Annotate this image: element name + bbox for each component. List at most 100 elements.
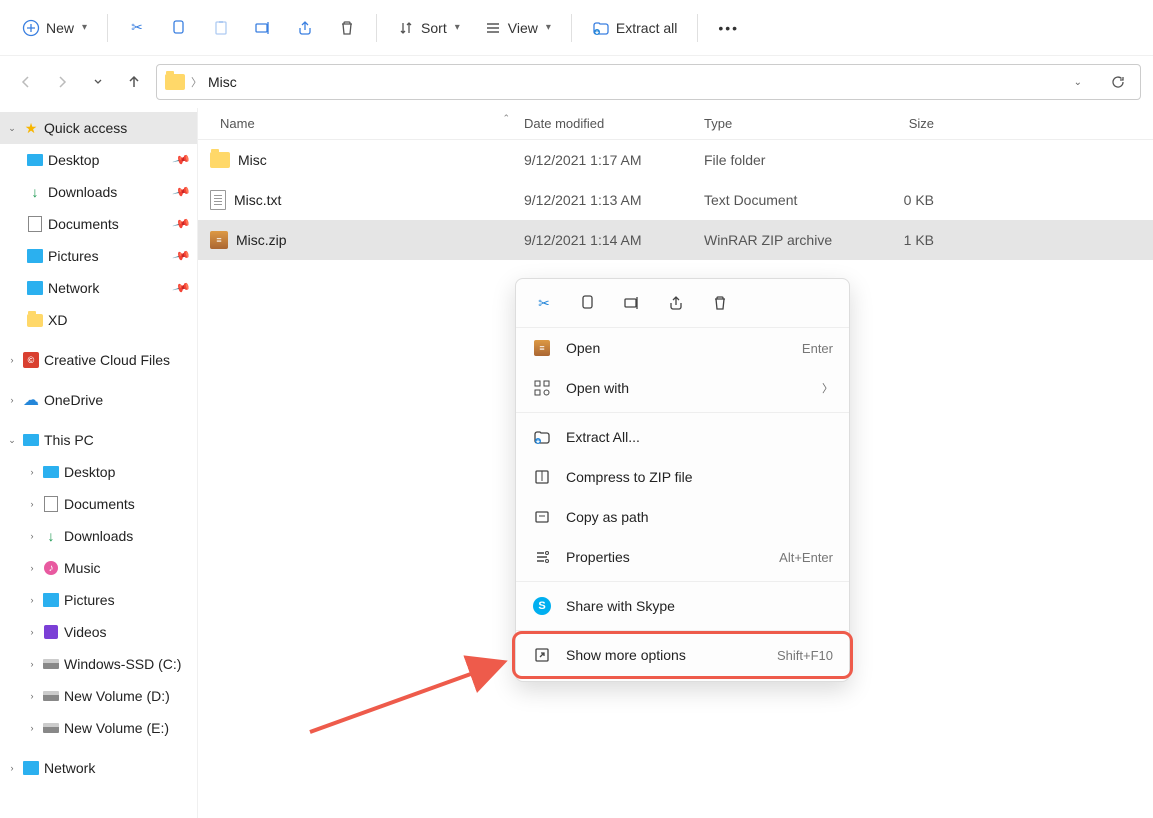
back-button[interactable] — [12, 68, 40, 96]
sidebar-onedrive[interactable]: ›☁OneDrive — [0, 384, 197, 416]
col-size[interactable]: Size — [854, 116, 954, 131]
new-button[interactable]: New ▾ — [12, 13, 97, 43]
sidebar-item-downloads[interactable]: ↓Downloads📌 — [0, 176, 197, 208]
toolbar: New ▾ ✂ Sort ▾ View ▾ Extract all ••• — [0, 0, 1153, 56]
chevron-down-icon[interactable]: ⌄ — [1074, 77, 1082, 88]
label: This PC — [44, 432, 94, 448]
share-icon[interactable] — [666, 293, 686, 313]
extract-all-button[interactable]: Extract all — [582, 13, 687, 43]
sidebar-network[interactable]: ›Network — [0, 752, 197, 784]
label: New Volume (D:) — [64, 688, 170, 704]
new-label: New — [46, 20, 74, 36]
paste-button[interactable] — [202, 13, 240, 43]
chevron-right-icon: › — [6, 394, 18, 406]
sidebar-creative-cloud[interactable]: ›©Creative Cloud Files — [0, 344, 197, 376]
ctx-extract-all[interactable]: Extract All... — [516, 417, 849, 457]
ctx-properties[interactable]: Properties Alt+Enter — [516, 537, 849, 577]
rename-icon[interactable] — [622, 293, 642, 313]
sidebar-quick-access[interactable]: ⌄★Quick access — [0, 112, 197, 144]
sidebar-pc-downloads[interactable]: ›↓Downloads — [0, 520, 197, 552]
table-row[interactable]: ≡Misc.zip 9/12/2021 1:14 AM WinRAR ZIP a… — [198, 220, 1153, 260]
sidebar-pc-d[interactable]: ›New Volume (D:) — [0, 680, 197, 712]
sidebar-pc-videos[interactable]: ›Videos — [0, 616, 197, 648]
sidebar-item-documents[interactable]: Documents📌 — [0, 208, 197, 240]
chevron-right-icon: › — [26, 498, 38, 510]
ctx-show-more-options[interactable]: Show more options Shift+F10 — [516, 635, 849, 675]
cut-button[interactable]: ✂ — [118, 13, 156, 43]
sidebar-item-xd[interactable]: XD — [0, 304, 197, 336]
chevron-right-icon: › — [6, 354, 18, 366]
sidebar-item-desktop[interactable]: Desktop📌 — [0, 144, 197, 176]
sidebar-pc-music[interactable]: ›♪Music — [0, 552, 197, 584]
share-button[interactable] — [286, 13, 324, 43]
chevron-down-icon: ▾ — [455, 22, 460, 33]
zip-icon — [532, 467, 552, 487]
picture-icon — [42, 591, 60, 609]
extract-label: Extract all — [616, 20, 677, 36]
separator — [697, 14, 698, 42]
nav-row: 〉 Misc ⌄ — [0, 56, 1153, 108]
sidebar-this-pc[interactable]: ⌄This PC — [0, 424, 197, 456]
column-headers: Name⌃ Date modified Type Size — [198, 108, 1153, 140]
view-button[interactable]: View ▾ — [474, 13, 561, 43]
col-type[interactable]: Type — [704, 116, 854, 131]
creative-cloud-icon: © — [22, 351, 40, 369]
label: Open with — [566, 380, 629, 396]
label: Windows-SSD (C:) — [64, 656, 181, 672]
chevron-right-icon: › — [26, 466, 38, 478]
col-date[interactable]: Date modified — [524, 116, 704, 131]
sidebar: ⌄★Quick access Desktop📌 ↓Downloads📌 Docu… — [0, 108, 198, 818]
recent-button[interactable] — [84, 68, 112, 96]
more-button[interactable]: ••• — [708, 14, 749, 42]
view-label: View — [508, 20, 538, 36]
zip-file-icon: ≡ — [210, 231, 228, 249]
trash-icon — [338, 19, 356, 37]
refresh-button[interactable] — [1104, 68, 1132, 96]
pin-icon: 📌 — [172, 150, 192, 170]
folder-icon — [26, 311, 44, 329]
folder-icon — [210, 152, 230, 168]
copy-button[interactable] — [160, 13, 198, 43]
separator — [516, 412, 849, 413]
network-icon — [26, 279, 44, 297]
address-bar[interactable]: 〉 Misc ⌄ — [156, 64, 1141, 100]
ctx-open-with[interactable]: Open with 〉 — [516, 368, 849, 408]
separator — [571, 14, 572, 42]
trash-icon[interactable] — [710, 293, 730, 313]
sidebar-pc-e[interactable]: ›New Volume (E:) — [0, 712, 197, 744]
document-icon — [42, 495, 60, 513]
sidebar-pc-ssd[interactable]: ›Windows-SSD (C:) — [0, 648, 197, 680]
col-name[interactable]: Name⌃ — [198, 116, 524, 131]
download-icon: ↓ — [26, 183, 44, 201]
scissors-icon: ✂ — [128, 19, 146, 37]
ctx-copy-path[interactable]: Copy as path — [516, 497, 849, 537]
label: Show more options — [566, 647, 686, 663]
table-row[interactable]: Misc 9/12/2021 1:17 AM File folder — [198, 140, 1153, 180]
up-button[interactable] — [120, 68, 148, 96]
table-row[interactable]: Misc.txt 9/12/2021 1:13 AM Text Document… — [198, 180, 1153, 220]
sort-button[interactable]: Sort ▾ — [387, 13, 470, 43]
copy-icon[interactable] — [578, 293, 598, 313]
sidebar-item-network-q[interactable]: Network📌 — [0, 272, 197, 304]
sort-asc-icon: ⌃ — [502, 113, 510, 124]
sidebar-pc-desktop[interactable]: ›Desktop — [0, 456, 197, 488]
sidebar-pc-pictures[interactable]: ›Pictures — [0, 584, 197, 616]
chevron-right-icon: › — [6, 762, 18, 774]
label: Pictures — [64, 592, 115, 608]
ctx-share-skype[interactable]: S Share with Skype — [516, 586, 849, 626]
sidebar-pc-documents[interactable]: ›Documents — [0, 488, 197, 520]
ctx-compress[interactable]: Compress to ZIP file — [516, 457, 849, 497]
chevron-right-icon: › — [26, 562, 38, 574]
forward-button[interactable] — [48, 68, 76, 96]
rename-button[interactable] — [244, 13, 282, 43]
folder-icon — [165, 74, 185, 90]
separator — [107, 14, 108, 42]
view-icon — [484, 19, 502, 37]
delete-button[interactable] — [328, 13, 366, 43]
label: Properties — [566, 549, 630, 565]
scissors-icon[interactable]: ✂ — [534, 293, 554, 313]
sidebar-item-pictures[interactable]: Pictures📌 — [0, 240, 197, 272]
ctx-open[interactable]: ≡ Open Enter — [516, 328, 849, 368]
share-icon — [296, 19, 314, 37]
copy-path-icon — [532, 507, 552, 527]
